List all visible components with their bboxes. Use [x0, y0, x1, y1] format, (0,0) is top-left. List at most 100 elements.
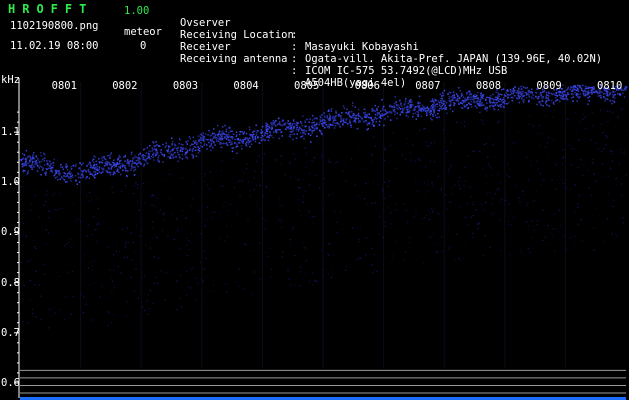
noise-dot	[45, 201, 47, 203]
noise-dot	[225, 142, 228, 144]
noise-dot	[142, 158, 144, 161]
noise-dot	[609, 168, 611, 170]
noise-dot	[245, 145, 248, 147]
noise-dot	[376, 114, 379, 116]
noise-dot	[567, 118, 569, 120]
noise-dot	[125, 169, 127, 172]
noise-dot	[519, 86, 522, 88]
noise-dot	[161, 230, 163, 232]
noise-dot	[622, 92, 624, 94]
noise-dot	[156, 144, 158, 146]
noise-dot	[165, 142, 167, 144]
noise-dot	[620, 109, 622, 111]
noise-dot	[168, 145, 170, 147]
noise-dot	[591, 215, 593, 217]
noise-dot	[577, 93, 579, 96]
noise-dot	[458, 257, 460, 259]
noise-dot	[477, 223, 479, 225]
noise-dot	[262, 158, 264, 160]
noise-dot	[584, 85, 587, 88]
noise-dot	[489, 100, 491, 103]
noise-dot	[83, 296, 85, 298]
noise-dot	[61, 176, 63, 179]
noise-dot	[454, 102, 456, 105]
noise-dot	[328, 159, 330, 161]
noise-dot	[170, 154, 173, 156]
noise-dot	[151, 204, 153, 206]
noise-dot	[289, 239, 291, 241]
noise-dot	[223, 239, 225, 242]
noise-dot	[304, 147, 306, 149]
noise-dot	[559, 96, 561, 98]
noise-dot	[45, 243, 47, 245]
noise-dot	[438, 116, 440, 118]
noise-dot	[435, 104, 437, 106]
noise-dot	[448, 201, 450, 203]
noise-dot	[422, 106, 425, 108]
noise-dot	[358, 241, 360, 243]
noise-dot	[57, 179, 59, 181]
noise-dot	[342, 123, 344, 126]
noise-dot	[133, 193, 135, 195]
noise-dot	[249, 140, 252, 142]
noise-dot	[327, 273, 329, 275]
noise-dot	[470, 93, 472, 96]
noise-dot	[441, 250, 443, 252]
noise-dot	[591, 162, 594, 164]
noise-dot	[581, 89, 583, 91]
noise-dot	[537, 95, 540, 98]
noise-dot	[107, 311, 109, 313]
noise-dot	[450, 96, 452, 98]
noise-dot	[570, 86, 573, 88]
noise-dot	[60, 163, 62, 166]
noise-dot	[171, 140, 174, 143]
noise-dot	[409, 101, 411, 103]
noise-dot	[605, 134, 607, 137]
noise-dot	[485, 98, 487, 101]
noise-dot	[298, 209, 300, 211]
noise-dot	[473, 94, 475, 97]
noise-dot	[607, 120, 609, 122]
noise-dot	[345, 112, 347, 114]
noise-dot	[280, 155, 282, 157]
noise-dot	[474, 96, 476, 98]
noise-dot	[35, 299, 38, 301]
noise-dot	[574, 211, 576, 213]
noise-dot	[400, 102, 402, 105]
noise-dot	[197, 282, 199, 284]
noise-dot	[446, 112, 448, 114]
noise-dot	[311, 122, 313, 124]
noise-dot	[71, 270, 73, 273]
noise-dot	[493, 101, 495, 104]
noise-dot	[219, 143, 221, 145]
noise-dot	[29, 156, 32, 158]
noise-dot	[224, 133, 226, 135]
noise-dot	[164, 299, 166, 301]
noise-dot	[477, 97, 479, 99]
noise-dot	[260, 132, 263, 134]
noise-dot	[112, 191, 114, 193]
noise-dot	[251, 183, 254, 185]
noise-dot	[413, 108, 416, 110]
noise-dot	[155, 154, 157, 156]
noise-dot	[163, 191, 165, 193]
noise-dot	[137, 165, 139, 168]
noise-dot	[440, 187, 442, 189]
noise-dot	[508, 102, 510, 104]
noise-dot	[39, 165, 42, 167]
noise-dot	[351, 102, 354, 104]
noise-dot	[592, 91, 594, 94]
noise-dot	[278, 197, 280, 200]
noise-dot	[97, 207, 99, 210]
noise-dot	[20, 186, 22, 188]
noise-dot	[248, 126, 251, 128]
noise-dot	[224, 124, 226, 127]
noise-dot	[439, 104, 441, 106]
noise-dot	[186, 157, 189, 160]
noise-dot	[624, 152, 626, 155]
noise-dot	[102, 159, 104, 161]
noise-dot	[135, 224, 137, 227]
noise-dot	[340, 115, 342, 117]
noise-dot	[49, 165, 51, 167]
noise-dot	[406, 111, 409, 114]
